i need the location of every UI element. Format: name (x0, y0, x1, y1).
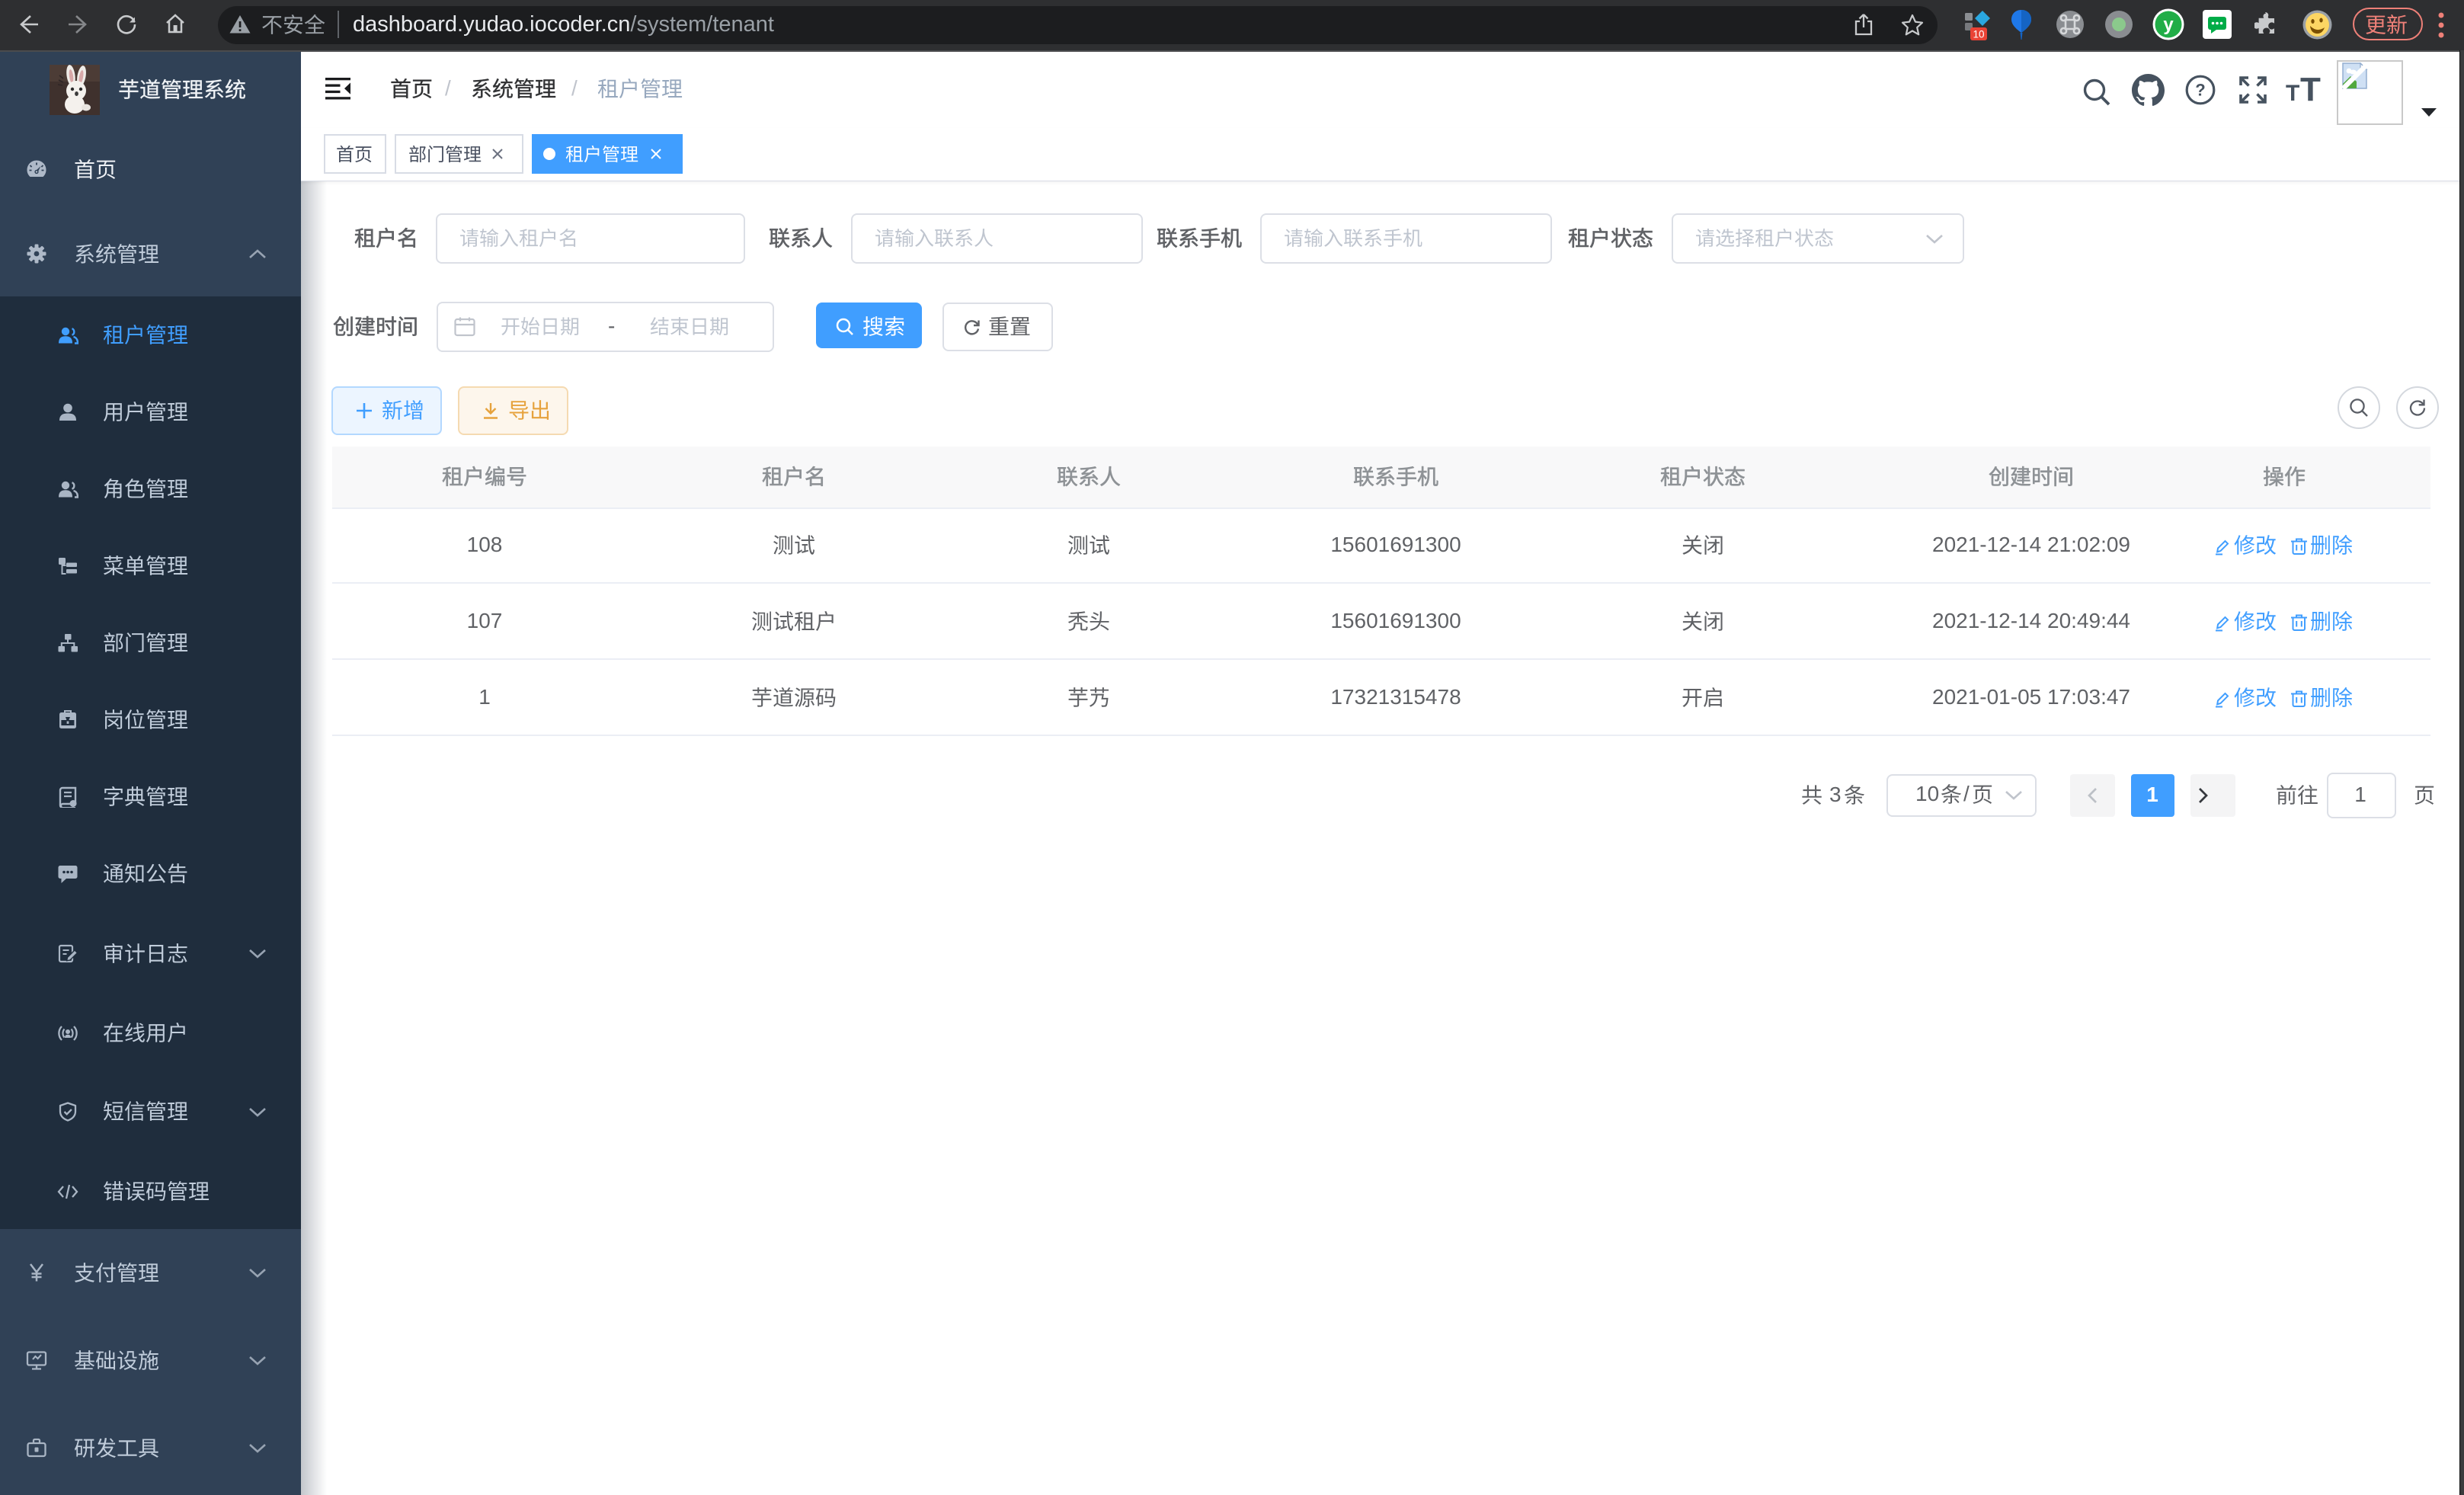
svg-text:?: ? (2195, 81, 2205, 100)
svg-text:10: 10 (1973, 29, 1984, 40)
svg-text:T: T (2286, 81, 2299, 105)
svg-text:y: y (2163, 14, 2174, 35)
svg-text:T: T (2300, 75, 2321, 105)
